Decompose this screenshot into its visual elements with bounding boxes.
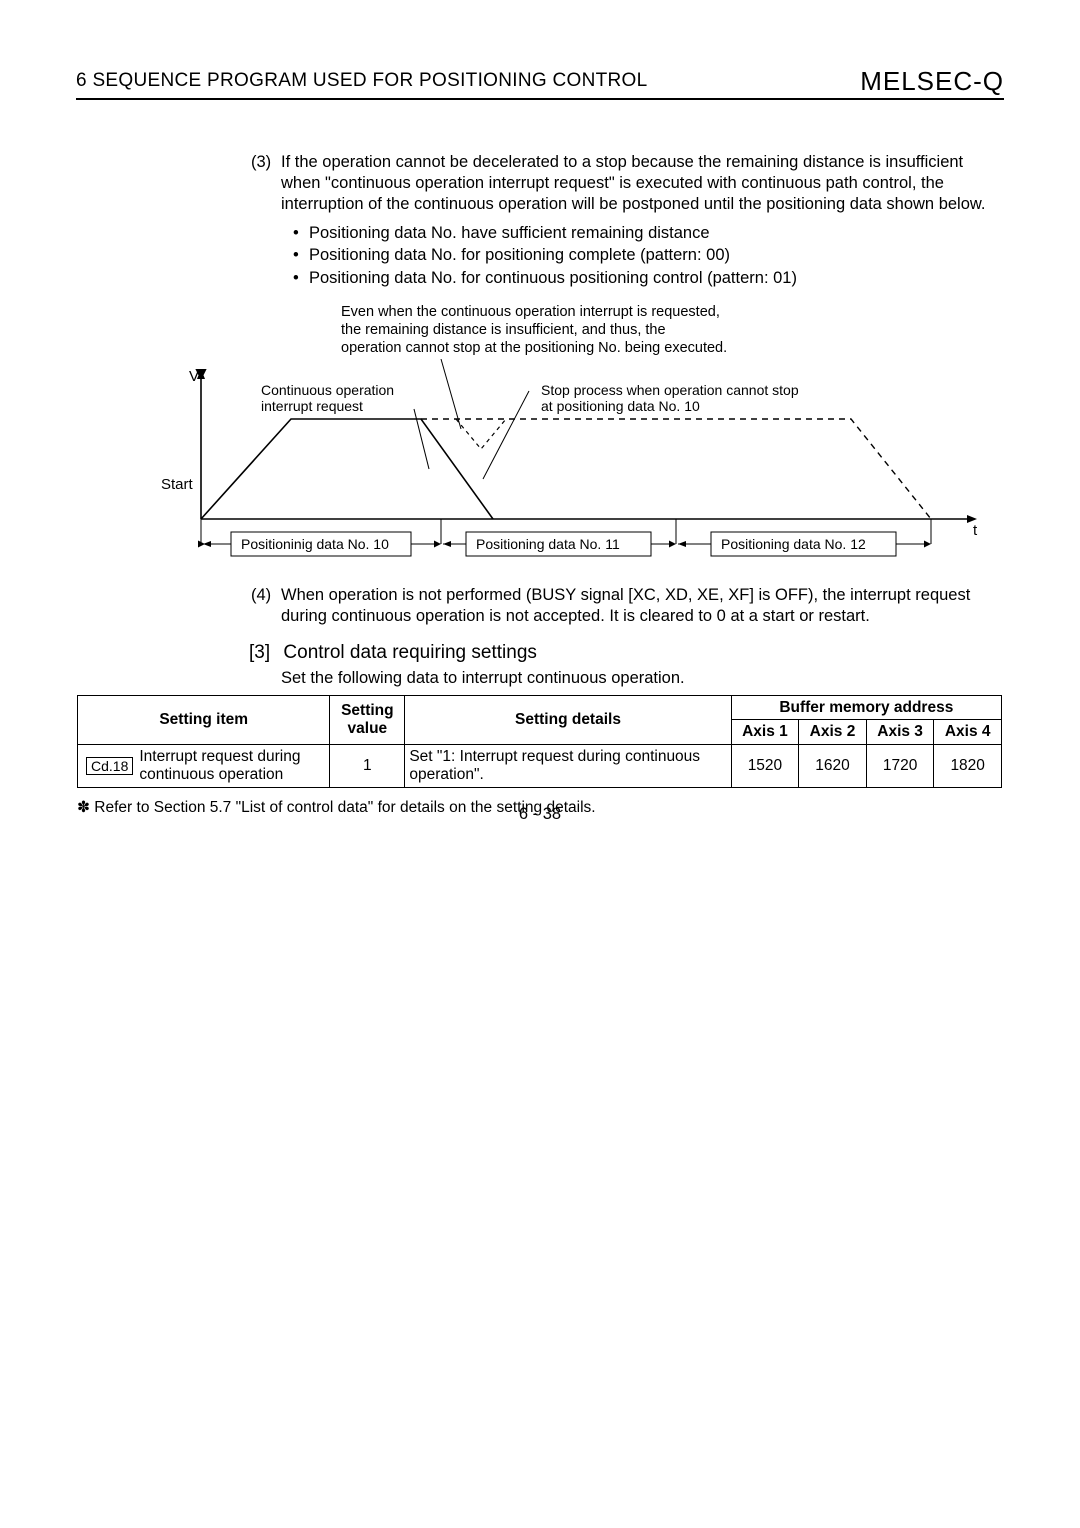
segment-1-label: Positioninig data No. 10 bbox=[241, 536, 389, 552]
intr-label-2: interrupt request bbox=[261, 398, 363, 414]
v-axis-label: V bbox=[189, 368, 199, 385]
start-label: Start bbox=[161, 476, 194, 493]
header-rule bbox=[76, 98, 1004, 100]
para-4-number: (4) bbox=[251, 585, 271, 606]
stop-label-2: at positioning data No. 10 bbox=[541, 398, 700, 414]
segment-2-label: Positioning data No. 11 bbox=[476, 536, 620, 552]
cell-axis-3: 1720 bbox=[866, 745, 934, 788]
cd-code-box: Cd.18 bbox=[86, 757, 133, 775]
chapter-title: 6 SEQUENCE PROGRAM USED FOR POSITIONING … bbox=[76, 70, 648, 91]
caption-line: the remaining distance is insufficient, … bbox=[341, 321, 1004, 339]
control-data-table: Setting item Setting value Setting detai… bbox=[77, 695, 1002, 788]
bullet-item: Positioning data No. for positioning com… bbox=[293, 245, 1004, 266]
col-setting-value: Setting value bbox=[330, 695, 405, 745]
cd-name-text: Interrupt request during continuous oper… bbox=[139, 748, 325, 784]
col-buffer-address: Buffer memory address bbox=[731, 695, 1001, 720]
cell-setting-item: Cd.18 Interrupt request during continuou… bbox=[78, 745, 330, 788]
col-setting-details: Setting details bbox=[405, 695, 731, 745]
col-axis-2: Axis 2 bbox=[799, 720, 867, 745]
para-3-text: If the operation cannot be decelerated t… bbox=[281, 153, 985, 213]
intr-label-1: Continuous operation bbox=[261, 382, 394, 398]
caption-line: Even when the continuous operation inter… bbox=[341, 303, 1004, 321]
cell-axis-1: 1520 bbox=[731, 745, 799, 788]
para-4-text: When operation is not performed (BUSY si… bbox=[281, 586, 970, 625]
subhead-title: Control data requiring settings bbox=[283, 642, 536, 663]
cell-axis-4: 1820 bbox=[934, 745, 1002, 788]
bullet-item: Positioning data No. for continuous posi… bbox=[293, 268, 1004, 289]
cell-setting-value: 1 bbox=[330, 745, 405, 788]
col-setting-item: Setting item bbox=[78, 695, 330, 745]
page-header: 6 SEQUENCE PROGRAM USED FOR POSITIONING … bbox=[76, 70, 1004, 100]
stop-label-1: Stop process when operation cannot stop bbox=[541, 382, 799, 398]
col-axis-1: Axis 1 bbox=[731, 720, 799, 745]
col-axis-4: Axis 4 bbox=[934, 720, 1002, 745]
cell-axis-2: 1620 bbox=[799, 745, 867, 788]
paragraph-4: (4) When operation is not performed (BUS… bbox=[281, 585, 1004, 627]
brand-label: MELSEC-Q bbox=[860, 66, 1004, 97]
segment-3-label: Positioning data No. 12 bbox=[721, 536, 866, 552]
diagram-svg: V t Start Continuous operation interrupt… bbox=[111, 359, 981, 569]
subhead-number: [3] bbox=[249, 641, 270, 665]
cell-setting-details: Set "1: Interrupt request during continu… bbox=[405, 745, 731, 788]
para-3-bullets: Positioning data No. have sufficient rem… bbox=[293, 223, 1004, 288]
col-axis-3: Axis 3 bbox=[866, 720, 934, 745]
paragraph-3: (3) If the operation cannot be decelerat… bbox=[281, 152, 1004, 215]
bullet-item: Positioning data No. have sufficient rem… bbox=[293, 223, 1004, 244]
subhead-desc: Set the following data to interrupt cont… bbox=[281, 668, 1004, 689]
t-axis-label: t bbox=[973, 522, 978, 539]
diagram-caption: Even when the continuous operation inter… bbox=[341, 303, 1004, 357]
subhead-3: [3] Control data requiring settings bbox=[249, 641, 1004, 665]
caption-line: operation cannot stop at the positioning… bbox=[341, 339, 1004, 357]
page-number: 6 - 38 bbox=[0, 805, 1080, 824]
para-3-number: (3) bbox=[251, 152, 271, 173]
timing-diagram: Even when the continuous operation inter… bbox=[111, 303, 1004, 569]
